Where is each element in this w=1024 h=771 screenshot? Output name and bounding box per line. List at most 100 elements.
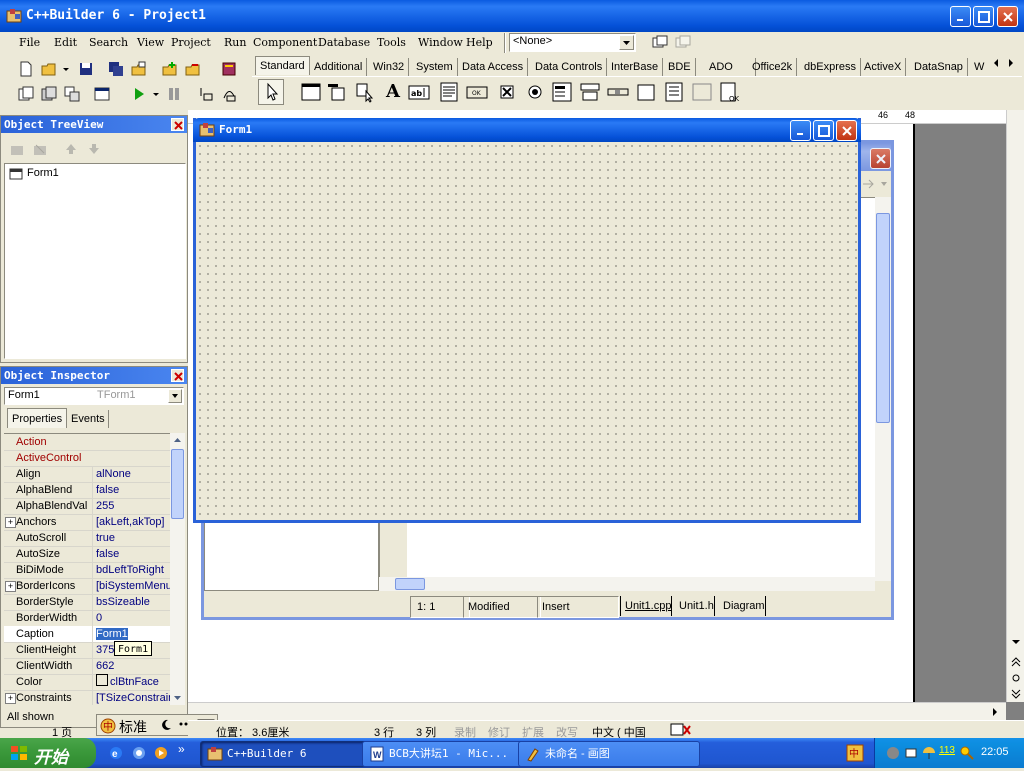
object-selector[interactable]: Form1 TForm1 bbox=[4, 387, 184, 405]
pause-icon[interactable] bbox=[166, 86, 182, 102]
property-row[interactable]: ClientWidth 662 bbox=[4, 658, 170, 675]
radiobutton-icon[interactable] bbox=[524, 81, 546, 103]
tab-data-access[interactable]: Data Access bbox=[458, 58, 529, 76]
editor-close-button[interactable] bbox=[870, 148, 891, 169]
property-row[interactable]: BorderStyle bsSizeable bbox=[4, 594, 170, 611]
expand-icon[interactable]: + bbox=[5, 581, 16, 592]
property-row[interactable]: AutoScroll true bbox=[4, 530, 170, 547]
property-row[interactable]: AlphaBlend false bbox=[4, 482, 170, 499]
ie-quicklaunch-icon[interactable]: e bbox=[108, 745, 124, 761]
scroll-thumb[interactable] bbox=[876, 213, 890, 423]
scroll-right-icon[interactable] bbox=[988, 705, 1002, 719]
button-icon[interactable]: OK bbox=[466, 81, 488, 103]
vertical-scrollbar[interactable] bbox=[1006, 110, 1024, 702]
tab-interbase[interactable]: InterBase bbox=[607, 58, 664, 76]
menu-file[interactable]: File bbox=[19, 36, 40, 49]
menu-project[interactable]: Project bbox=[171, 36, 211, 49]
language-bar-icon[interactable]: 中 bbox=[846, 744, 864, 762]
combobox-icon[interactable] bbox=[579, 81, 601, 103]
step-over-icon[interactable] bbox=[221, 86, 237, 102]
tray-counter[interactable]: 113 bbox=[939, 745, 955, 756]
frames-icon[interactable] bbox=[300, 81, 322, 103]
property-value[interactable]: false bbox=[92, 482, 170, 498]
browse-object-icon[interactable] bbox=[1009, 671, 1023, 685]
property-value[interactable]: bsSizeable bbox=[92, 594, 170, 610]
memo-icon[interactable] bbox=[438, 81, 460, 103]
tree-node-form1[interactable]: Form1 bbox=[27, 167, 59, 179]
mainmenu-icon[interactable] bbox=[326, 81, 348, 103]
property-row[interactable]: Color clBtnFace bbox=[4, 674, 170, 691]
spelling-status-icon[interactable] bbox=[670, 723, 692, 737]
tray-app-icon[interactable] bbox=[885, 745, 901, 761]
property-row[interactable]: BiDiMode bdLeftToRight bbox=[4, 562, 170, 579]
property-value[interactable]: [biSystemMenu, bbox=[92, 578, 170, 594]
ime-mode[interactable]: 标准 bbox=[119, 717, 147, 737]
media-quicklaunch-icon[interactable] bbox=[131, 745, 147, 761]
quicklaunch-more-icon[interactable]: » bbox=[178, 742, 185, 756]
property-value[interactable]: 255 bbox=[92, 498, 170, 514]
new-form-icon[interactable] bbox=[94, 86, 110, 102]
form1-maximize-button[interactable] bbox=[813, 120, 834, 141]
tab-system[interactable]: System bbox=[412, 58, 458, 76]
code-vertical-scrollbar[interactable] bbox=[875, 197, 891, 581]
menu-database[interactable]: Database bbox=[318, 36, 370, 49]
menu-tools[interactable]: Tools bbox=[377, 36, 406, 49]
view-unit-icon[interactable] bbox=[18, 86, 34, 102]
property-value[interactable]: [TSizeConstrain bbox=[92, 690, 170, 705]
player-quicklaunch-icon[interactable] bbox=[153, 745, 169, 761]
property-value[interactable]: alNone bbox=[92, 466, 170, 482]
tab-dbexpress[interactable]: dbExpress bbox=[800, 58, 861, 76]
tab-diagram[interactable]: Diagram bbox=[719, 596, 766, 616]
run-icon[interactable] bbox=[131, 86, 147, 102]
checkbox-icon[interactable] bbox=[496, 81, 518, 103]
open-folder-icon[interactable] bbox=[41, 61, 57, 77]
hscroll-thumb[interactable] bbox=[395, 578, 425, 590]
inspector-close-icon[interactable] bbox=[171, 369, 184, 382]
property-value[interactable]: [akLeft,akTop] bbox=[92, 514, 170, 530]
close-button[interactable] bbox=[997, 6, 1018, 27]
taskbar-word[interactable]: W BCB大讲坛1 - Mic... bbox=[362, 741, 544, 767]
property-row[interactable]: ActiveControl bbox=[4, 450, 170, 467]
taskbar-paint[interactable]: 未命名 - 画图 bbox=[518, 741, 700, 767]
tab-data-controls[interactable]: Data Controls bbox=[531, 58, 608, 76]
view-form-icon[interactable] bbox=[41, 86, 57, 102]
property-row[interactable]: Align alNone bbox=[4, 466, 170, 483]
property-row[interactable]: AlphaBlendVal 255 bbox=[4, 498, 170, 515]
menu-run[interactable]: Run bbox=[224, 36, 246, 49]
add-to-project-icon[interactable] bbox=[162, 61, 178, 77]
radiogroup-icon[interactable] bbox=[663, 81, 685, 103]
panel-icon[interactable] bbox=[691, 81, 713, 103]
delete-item-icon[interactable] bbox=[32, 141, 48, 157]
edit-icon[interactable]: ab bbox=[408, 81, 430, 103]
property-row[interactable]: + Constraints [TSizeConstrain bbox=[4, 690, 170, 705]
property-value[interactable]: true bbox=[92, 530, 170, 546]
chevron-down-icon[interactable] bbox=[168, 389, 182, 403]
property-row[interactable]: BorderWidth 0 bbox=[4, 610, 170, 627]
config-combo[interactable]: <None> bbox=[509, 33, 636, 52]
property-value[interactable]: Form1 bbox=[92, 626, 170, 642]
tab-additional[interactable]: Additional bbox=[310, 58, 368, 76]
trace-into-icon[interactable] bbox=[198, 86, 214, 102]
tab-bde[interactable]: BDE bbox=[664, 58, 696, 76]
scroll-down-icon[interactable] bbox=[1009, 635, 1023, 649]
forward-arrow-icon[interactable] bbox=[861, 177, 889, 191]
save-all-icon[interactable] bbox=[108, 61, 124, 77]
tray-network-icon[interactable] bbox=[903, 745, 919, 761]
actionlist-icon[interactable]: OK bbox=[719, 81, 741, 103]
tab-more[interactable]: W bbox=[970, 58, 988, 76]
tab-office2k[interactable]: Office2k bbox=[748, 58, 798, 76]
treeview-close-icon[interactable] bbox=[171, 118, 184, 131]
pointer-tool-icon[interactable] bbox=[258, 79, 284, 105]
form1-close-button[interactable] bbox=[836, 120, 857, 141]
palette-scroll-right-icon[interactable] bbox=[1005, 56, 1017, 70]
menu-view[interactable]: View bbox=[137, 36, 164, 49]
move-down-icon[interactable] bbox=[86, 141, 102, 157]
listbox-icon[interactable] bbox=[551, 81, 573, 103]
menu-search[interactable]: Search bbox=[89, 36, 128, 49]
new-item-icon[interactable] bbox=[9, 141, 25, 157]
ime-logo-icon[interactable]: 中 bbox=[99, 717, 117, 735]
new-window-icon[interactable] bbox=[651, 34, 669, 52]
tab-datasnap[interactable]: DataSnap bbox=[910, 58, 968, 76]
expand-icon[interactable]: + bbox=[5, 517, 16, 528]
property-value[interactable]: 0 bbox=[92, 610, 170, 626]
